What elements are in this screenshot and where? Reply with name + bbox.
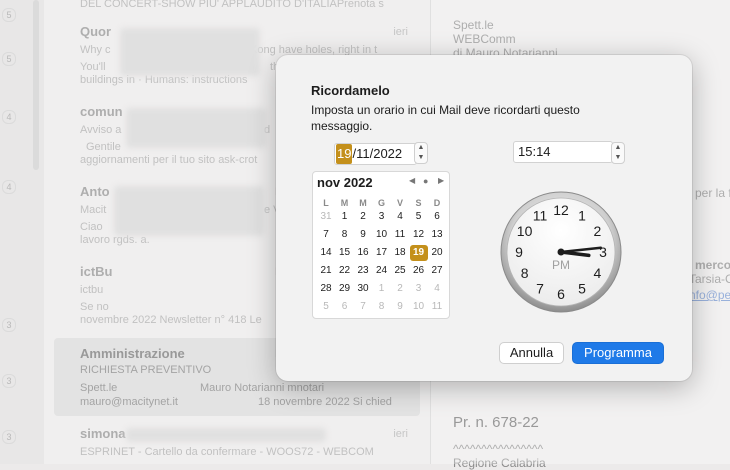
- calendar-day[interactable]: 5: [410, 209, 428, 225]
- clock-number: 5: [578, 280, 586, 296]
- calendar-day-selected[interactable]: 19: [409, 245, 428, 261]
- clock-number: 4: [594, 265, 602, 281]
- calendar-month-label: nov 2022: [317, 175, 373, 190]
- calendar-day[interactable]: 26: [410, 263, 428, 279]
- calendar-day[interactable]: 2: [354, 209, 372, 225]
- date-day-segment[interactable]: 19: [336, 144, 353, 164]
- clock-meridiem: PM: [552, 258, 570, 272]
- calendar-day[interactable]: 14: [317, 245, 335, 261]
- analog-clock[interactable]: 12 12 3 45678 9 1011 PM: [500, 191, 622, 313]
- calendar-day[interactable]: 6: [336, 299, 354, 315]
- calendar-day[interactable]: 28: [317, 281, 335, 297]
- chevron-up-icon[interactable]: ▲: [416, 144, 426, 152]
- calendar-day[interactable]: 22: [336, 263, 354, 279]
- calendar-day[interactable]: 4: [391, 209, 409, 225]
- clock-number: 1: [578, 208, 586, 224]
- calendar-day[interactable]: 1: [373, 281, 391, 297]
- calendar-day[interactable]: 13: [428, 227, 446, 243]
- chevron-down-icon[interactable]: ▼: [416, 154, 426, 162]
- calendar-day[interactable]: 10: [373, 227, 391, 243]
- calendar-day[interactable]: 21: [317, 263, 335, 279]
- calendar-day[interactable]: 18: [391, 245, 409, 261]
- remind-me-dialog: Ricordamelo Imposta un orario in cui Mai…: [276, 55, 692, 381]
- time-value[interactable]: 15:14: [518, 142, 551, 162]
- calendar-day[interactable]: 2: [391, 281, 409, 297]
- time-field[interactable]: 15:14: [513, 141, 613, 163]
- calendar-grid: nov 2022 ◀ ● ▶ L M M G V S D 31 1 2 3 4 5 6 7 8 9 10 11 12 1…: [312, 171, 450, 319]
- date-year-segment[interactable]: 2022: [373, 144, 402, 164]
- calendar-day[interactable]: 8: [373, 299, 391, 315]
- clock-number: 12: [553, 202, 569, 218]
- calendar-day[interactable]: 8: [336, 227, 354, 243]
- time-stepper[interactable]: ▲ ▼: [611, 142, 625, 164]
- calendar-day[interactable]: 10: [410, 299, 428, 315]
- calendar-day[interactable]: 24: [373, 263, 391, 279]
- calendar-day[interactable]: 11: [391, 227, 409, 243]
- chevron-up-icon[interactable]: ▲: [613, 144, 623, 152]
- calendar-day[interactable]: 27: [428, 263, 446, 279]
- calendar-day[interactable]: 7: [317, 227, 335, 243]
- chevron-left-icon[interactable]: ◀: [409, 176, 415, 185]
- chevron-down-icon[interactable]: ▼: [613, 154, 623, 162]
- dialog-message: Imposta un orario in cui Mail deve ricor…: [311, 103, 580, 133]
- calendar-day[interactable]: 3: [410, 281, 428, 297]
- clock-number: 9: [515, 244, 523, 260]
- calendar-day[interactable]: 29: [336, 281, 354, 297]
- calendar-day[interactable]: 1: [336, 209, 354, 225]
- clock-number: 6: [557, 286, 565, 302]
- calendar-day[interactable]: 17: [373, 245, 391, 261]
- calendar-day[interactable]: 9: [354, 227, 372, 243]
- calendar-day[interactable]: 23: [354, 263, 372, 279]
- calendar-day[interactable]: 15: [336, 245, 354, 261]
- calendar-day[interactable]: 9: [391, 299, 409, 315]
- date-field[interactable]: 19/11/2022: [334, 143, 417, 165]
- dot-icon[interactable]: ●: [423, 176, 428, 186]
- calendar-day[interactable]: 4: [428, 281, 446, 297]
- chevron-right-icon[interactable]: ▶: [438, 176, 444, 185]
- calendar-day[interactable]: 3: [373, 209, 391, 225]
- clock-number: 7: [536, 280, 544, 296]
- calendar-day[interactable]: 16: [354, 245, 372, 261]
- calendar-day[interactable]: 7: [354, 299, 372, 315]
- clock-number: 8: [521, 265, 529, 281]
- calendar-day[interactable]: 30: [354, 281, 372, 297]
- calendar-day[interactable]: 5: [317, 299, 335, 315]
- calendar-day[interactable]: 11: [428, 299, 446, 315]
- calendar-day[interactable]: 20: [428, 245, 446, 261]
- dialog-title: Ricordamelo: [311, 83, 390, 98]
- clock-number: 11: [533, 208, 548, 224]
- date-month-segment[interactable]: 11: [356, 144, 370, 164]
- date-stepper[interactable]: ▲ ▼: [414, 142, 428, 164]
- calendar-day[interactable]: 25: [391, 263, 409, 279]
- calendar-day[interactable]: 31: [317, 209, 335, 225]
- schedule-button[interactable]: Programma: [572, 342, 664, 364]
- calendar-day[interactable]: 12: [410, 227, 428, 243]
- clock-center: [557, 248, 565, 256]
- clock-number: 10: [517, 223, 533, 239]
- clock-number: 3: [599, 244, 607, 260]
- clock-number: 2: [594, 223, 602, 239]
- cancel-button[interactable]: Annulla: [499, 342, 564, 364]
- calendar-day[interactable]: 6: [428, 209, 446, 225]
